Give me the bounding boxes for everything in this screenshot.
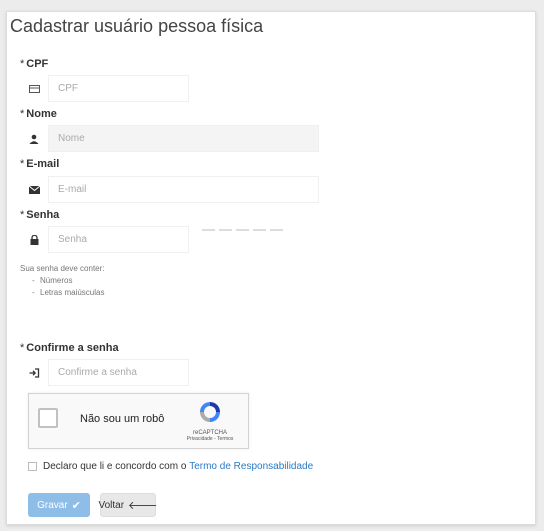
strength-segment	[236, 229, 249, 231]
confirm-label: * Confirme a senha	[20, 342, 119, 354]
check-icon: ✔	[71, 499, 81, 512]
password-hint: Sua senha deve conter: Números Letras ma…	[20, 263, 105, 299]
senha-input[interactable]: Senha	[48, 226, 189, 253]
sign-in-icon	[20, 359, 48, 386]
email-label: * E-mail	[20, 158, 60, 170]
email-input[interactable]: E-mail	[48, 176, 319, 203]
declaration-row: Declaro que li e concordo com o Termo de…	[28, 461, 313, 472]
strength-segment	[270, 229, 283, 231]
password-strength-meter	[202, 229, 283, 231]
password-hint-item: Números	[32, 275, 105, 287]
arrow-left-icon: 🡐	[128, 500, 158, 512]
cpf-field: CPF	[20, 75, 189, 102]
back-button[interactable]: Voltar 🡐	[98, 493, 158, 517]
recaptcha-links[interactable]: Privacidade - Termos	[180, 436, 240, 442]
cpf-input[interactable]: CPF	[48, 75, 189, 102]
strength-segment	[253, 229, 266, 231]
password-hint-intro: Sua senha deve conter:	[20, 264, 105, 273]
recaptcha-icon	[200, 402, 220, 422]
declaration-text: Declaro que li e concordo com o	[43, 461, 187, 472]
save-button-label: Gravar	[37, 499, 68, 511]
recaptcha-logo: reCAPTCHA Privacidade - Termos	[180, 400, 240, 442]
declaration-checkbox[interactable]	[28, 462, 37, 471]
back-button-label: Voltar	[98, 499, 125, 511]
page-title: Cadastrar usuário pessoa física	[10, 16, 264, 36]
user-icon	[20, 125, 48, 152]
nome-field: Nome	[20, 125, 319, 152]
terms-link[interactable]: Termo de Responsabilidade	[189, 461, 313, 472]
nome-input[interactable]: Nome	[48, 125, 319, 152]
save-button[interactable]: Gravar ✔	[28, 493, 90, 517]
strength-segment	[219, 229, 232, 231]
id-card-icon	[20, 75, 48, 102]
email-field: E-mail	[20, 176, 319, 203]
recaptcha-widget: Não sou um robô reCAPTCHA Privacidade - …	[28, 393, 249, 449]
lock-icon	[20, 226, 48, 253]
confirm-field: Confirme a senha	[20, 359, 189, 386]
password-hint-list: Números Letras maiúsculas	[20, 275, 105, 299]
confirm-input[interactable]: Confirme a senha	[48, 359, 189, 386]
recaptcha-checkbox[interactable]	[38, 408, 58, 428]
recaptcha-label: Não sou um robô	[80, 413, 165, 425]
nome-label: * Nome	[20, 108, 57, 120]
envelope-icon	[20, 176, 48, 203]
cpf-label: * CPF	[20, 58, 49, 70]
password-hint-item: Letras maiúsculas	[32, 287, 105, 299]
senha-field: Senha	[20, 226, 189, 253]
strength-segment	[202, 229, 215, 231]
senha-label: * Senha	[20, 209, 60, 221]
